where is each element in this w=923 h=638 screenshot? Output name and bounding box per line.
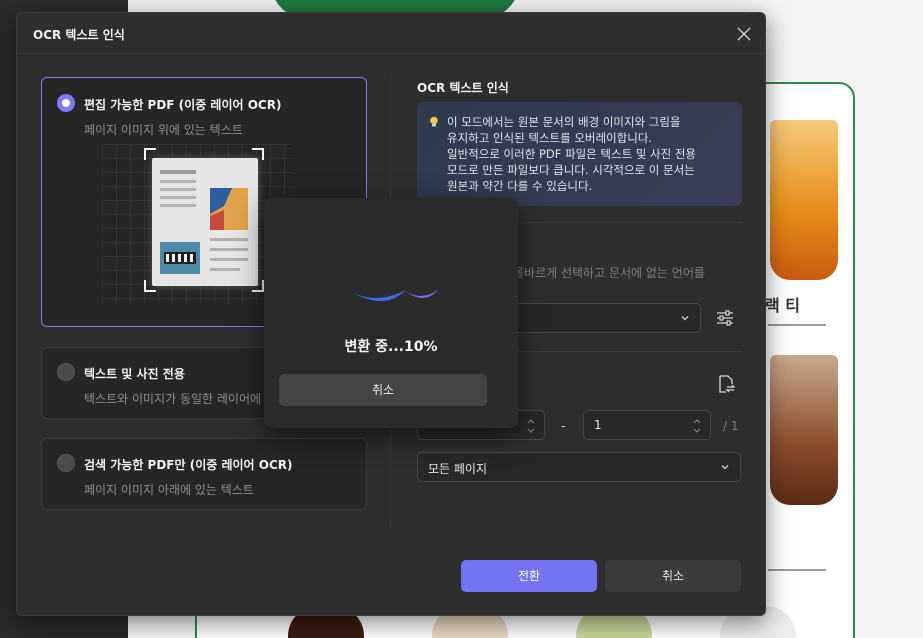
progress-wave-icon <box>348 290 438 301</box>
ocr-section-title: OCR 텍스트 인식 <box>417 81 509 95</box>
option-description: 페이지 이미지 위에 있는 텍스트 <box>84 123 243 137</box>
info-line: 모드로 만든 파일보다 큽니다. 시각적으로 이 문서는 <box>447 163 695 177</box>
page-range-dash: - <box>561 419 566 433</box>
scan-corner <box>144 148 156 160</box>
progress-status-text: 변환 중...10% <box>344 339 438 355</box>
mode-info-box: 이 모드에서는 원본 문서의 배경 이미지와 그림을 유지하고 인식된 텍스트를… <box>417 102 742 206</box>
page-swap-icon <box>719 375 736 393</box>
background-doc-rule <box>768 324 826 326</box>
background-drink-image <box>770 120 838 280</box>
scan-corner <box>252 148 264 160</box>
scan-corner <box>144 280 156 292</box>
page-total: / 1 <box>723 419 739 433</box>
option-searchable-pdf[interactable]: 검색 가능한 PDF만 (이중 레이어 OCR) 페이지 이미지 아래에 있는 … <box>41 438 367 510</box>
dialog-title: OCR 텍스트 인식 <box>33 28 125 42</box>
chevron-down-icon <box>681 316 689 321</box>
option-description: 페이지 이미지 아래에 있는 텍스트 <box>84 483 254 497</box>
info-line: 일반적으로 이러한 PDF 파일은 텍스트 및 사진 전용 <box>447 147 697 161</box>
stepper-arrows-icon <box>527 419 535 433</box>
page-range-button[interactable] <box>715 373 737 395</box>
progress-cancel-button[interactable]: 취소 <box>279 374 487 406</box>
language-hint: 올바르게 선택하고 문서에 없는 언어를 <box>513 266 705 280</box>
conversion-progress-popup: 변환 중...10% 취소 <box>264 198 518 428</box>
radio-searchable-pdf[interactable] <box>57 454 75 472</box>
background-drink-image <box>770 355 838 505</box>
sliders-icon <box>717 310 733 326</box>
page-to-value: 1 <box>594 418 602 432</box>
info-line: 유지하고 인식된 텍스트를 오버레이합니다. <box>447 131 653 145</box>
info-line: 이 모드에서는 원본 문서의 배경 이미지와 그림을 <box>447 115 681 129</box>
cancel-button[interactable]: 취소 <box>605 560 741 592</box>
close-button[interactable] <box>735 25 753 43</box>
language-settings-button[interactable] <box>714 307 736 329</box>
stepper-arrows-icon <box>693 419 701 433</box>
option-title: 텍스트 및 사진 전용 <box>84 367 185 381</box>
background-doc-label: 랙 티 <box>765 296 801 315</box>
chevron-down-icon <box>721 465 729 470</box>
document-page-icon <box>152 158 258 286</box>
radio-text-and-images[interactable] <box>57 363 75 381</box>
title-divider <box>17 53 765 54</box>
close-icon <box>737 27 751 41</box>
lightbulb-icon <box>430 116 438 127</box>
option-title: 편집 가능한 PDF (이중 레이어 OCR) <box>84 98 282 112</box>
background-doc-rule <box>768 569 826 571</box>
info-line: 원본과 약간 다를 수 있습니다. <box>447 179 593 193</box>
page-scope-value: 모든 페이지 <box>428 462 488 476</box>
option-title: 검색 가능한 PDF만 (이중 레이어 OCR) <box>84 458 293 472</box>
page-scope-select[interactable]: 모든 페이지 <box>417 452 741 482</box>
scan-corner <box>252 280 264 292</box>
option-description: 텍스트와 이미지가 동일한 레이어에 <box>84 392 262 406</box>
page-to-stepper[interactable]: 1 <box>583 410 711 440</box>
convert-button[interactable]: 전환 <box>461 560 597 592</box>
radio-editable-pdf[interactable] <box>57 94 75 112</box>
editable-pdf-illustration <box>102 144 292 304</box>
